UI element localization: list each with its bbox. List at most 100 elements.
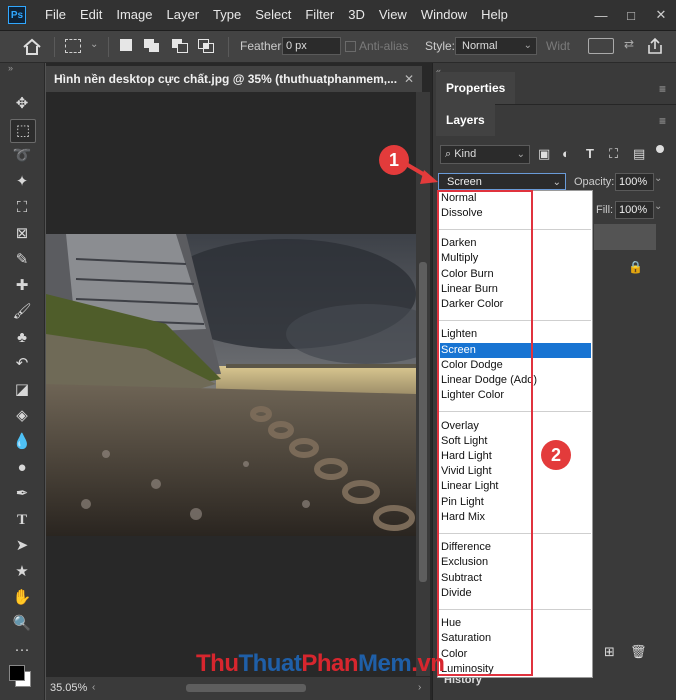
zoom-level[interactable]: 35.05% xyxy=(50,677,87,699)
watermark-vn: .vn xyxy=(411,650,445,677)
feather-input[interactable]: 0 px xyxy=(282,37,341,55)
search-icon: ⌕ xyxy=(445,148,455,160)
path-selection-icon[interactable]: ➤ xyxy=(10,535,34,557)
menu-layer[interactable]: Layer xyxy=(160,0,207,30)
style-select-value: Normal xyxy=(462,40,498,52)
paint-bucket-icon[interactable]: ◈ xyxy=(10,405,34,427)
eraser-icon[interactable]: ◪ xyxy=(10,379,34,401)
chevron-down-icon[interactable]: ⌄ xyxy=(90,39,98,50)
type-tool-icon[interactable]: T xyxy=(10,509,34,531)
crop-tool-icon[interactable]: ⛶ xyxy=(10,197,34,219)
annotation-highlight-box xyxy=(437,190,533,676)
lasso-tool-icon[interactable]: ➰ xyxy=(10,145,34,167)
filter-toggle-icon[interactable] xyxy=(656,145,664,153)
style-select[interactable]: Normal ⌄ xyxy=(455,37,537,55)
layer-row[interactable] xyxy=(594,224,656,250)
eyedropper-icon[interactable]: ✎ xyxy=(10,249,34,271)
shape-filter-icon[interactable]: ⛶ xyxy=(609,146,618,162)
dodge-tool-icon[interactable]: ● xyxy=(10,457,34,479)
type-filter-icon[interactable]: T xyxy=(586,146,594,161)
opacity-input[interactable]: 100% xyxy=(615,173,654,191)
marquee-tool-preset-icon[interactable] xyxy=(65,39,81,53)
main-menu: File Edit Image Layer Type Select Filter… xyxy=(38,0,515,30)
horizontal-scroll-thumb[interactable] xyxy=(186,684,306,692)
annotation-badge-2: 2 xyxy=(541,440,571,470)
width-input[interactable] xyxy=(588,38,614,54)
marquee-tool-icon[interactable]: ⬚ xyxy=(10,119,36,143)
magic-wand-icon[interactable]: ✦ xyxy=(10,171,34,193)
photoshop-logo: Ps xyxy=(8,6,26,24)
minimize-button[interactable]: — xyxy=(586,8,616,23)
healing-brush-icon[interactable]: ✚ xyxy=(10,275,34,297)
tab-properties[interactable]: Properties xyxy=(436,72,516,104)
pixel-filter-icon[interactable]: ▣ xyxy=(538,146,550,162)
document-title: Hình nền desktop cực chất.jpg @ 35% (thu… xyxy=(54,72,398,86)
home-icon[interactable] xyxy=(22,38,42,56)
swap-icon[interactable]: ⇄ xyxy=(624,37,634,51)
chevron-down-icon[interactable]: ⌄ xyxy=(654,173,662,184)
chevron-left-icon[interactable]: ‹ xyxy=(92,677,95,699)
frame-tool-icon[interactable]: ⊠ xyxy=(10,223,34,245)
delete-layer-icon[interactable]: 🗑 xyxy=(630,644,647,660)
scroll-thumb[interactable] xyxy=(419,262,427,582)
history-brush-icon[interactable]: ↶ xyxy=(10,353,34,375)
menu-view[interactable]: View xyxy=(372,0,414,30)
menu-window[interactable]: Window xyxy=(414,0,474,30)
move-tool-icon[interactable]: ✥ xyxy=(10,93,34,115)
close-icon[interactable]: ✕ xyxy=(404,66,414,92)
smart-object-filter-icon[interactable]: ▤ xyxy=(633,146,645,162)
hand-tool-icon[interactable]: ✋ xyxy=(10,587,34,609)
menu-filter[interactable]: Filter xyxy=(298,0,341,30)
opacity-label: Opacity: xyxy=(574,176,615,188)
close-button[interactable]: ✕ xyxy=(646,7,676,23)
chevron-down-icon[interactable]: ⌄ xyxy=(654,201,662,212)
adjustment-filter-icon[interactable]: ◐ xyxy=(562,146,570,161)
panel-menu-icon[interactable]: ≡ xyxy=(659,82,666,96)
new-layer-icon[interactable]: ⊞ xyxy=(604,644,615,660)
lock-icon: 🔒 xyxy=(628,260,643,274)
subtract-from-selection-icon[interactable] xyxy=(172,39,188,53)
panel-collapse-icon[interactable]: » xyxy=(8,63,13,73)
zoom-tool-icon[interactable]: 🔍 xyxy=(10,613,34,635)
pen-tool-icon[interactable]: ✒ xyxy=(10,483,34,505)
menu-edit[interactable]: Edit xyxy=(73,0,109,30)
layer-filter-select[interactable]: ⌕ Kind ⌄ xyxy=(440,145,530,164)
site-watermark: ThuThuatPhanMem.vn xyxy=(196,650,445,678)
clone-stamp-icon[interactable]: ♣ xyxy=(10,327,34,349)
menu-3d[interactable]: 3D xyxy=(341,0,372,30)
color-swatches[interactable] xyxy=(9,665,31,687)
menu-file[interactable]: File xyxy=(38,0,73,30)
filter-kind-label: Kind xyxy=(454,148,477,160)
shape-tool-icon[interactable]: ★ xyxy=(10,561,34,583)
document-tab[interactable]: Hình nền desktop cực chất.jpg @ 35% (thu… xyxy=(46,66,422,92)
new-selection-icon[interactable] xyxy=(120,39,132,51)
feather-label: Feather: xyxy=(240,39,285,53)
canvas-photo[interactable] xyxy=(46,234,416,536)
menu-select[interactable]: Select xyxy=(248,0,298,30)
menu-image[interactable]: Image xyxy=(109,0,159,30)
blend-mode-select[interactable]: Screen ⌄ xyxy=(438,173,566,190)
width-label: Widt xyxy=(546,39,570,53)
intersect-selection-icon[interactable] xyxy=(198,39,214,53)
menu-help[interactable]: Help xyxy=(474,0,515,30)
style-label: Style: xyxy=(425,39,456,53)
window-controls: — □ ✕ xyxy=(586,0,676,30)
blur-tool-icon[interactable]: 💧 xyxy=(10,431,34,453)
chevron-right-icon[interactable]: › xyxy=(418,677,421,699)
chevron-down-icon: ⌄ xyxy=(552,177,561,188)
tab-layers[interactable]: Layers xyxy=(436,104,495,136)
fill-input[interactable]: 100% xyxy=(615,201,654,219)
blend-mode-value: Screen xyxy=(447,176,482,188)
menu-type[interactable]: Type xyxy=(206,0,248,30)
watermark-thu: Thu xyxy=(196,650,239,677)
add-to-selection-icon[interactable] xyxy=(144,39,160,53)
maximize-button[interactable]: □ xyxy=(616,8,646,23)
antialias-checkbox[interactable] xyxy=(345,41,356,52)
antialias-label: Anti-alias xyxy=(359,39,409,53)
panel-menu-icon[interactable]: ≡ xyxy=(659,114,666,128)
share-icon[interactable] xyxy=(646,37,664,55)
chevron-down-icon: ⌄ xyxy=(516,149,525,160)
more-tools-icon[interactable]: ··· xyxy=(10,639,34,661)
status-bar: 35.05% ‹ › xyxy=(46,677,430,700)
brush-tool-icon[interactable]: 🖌 xyxy=(10,301,34,323)
